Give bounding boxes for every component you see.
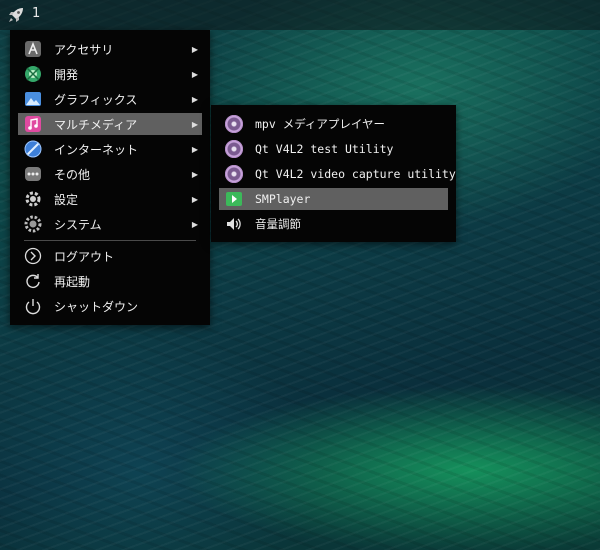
menu-item-label: ログアウト bbox=[54, 249, 115, 264]
submenu-arrow-icon: ▶ bbox=[191, 69, 199, 79]
application-menu: アクセサリ ▶ 開発 ▶ グラフィックス ▶ マルチメディア ▶ インターネット… bbox=[10, 30, 210, 325]
submenu-item-qv4l2-test[interactable]: Qt V4L2 test Utility bbox=[219, 138, 448, 160]
logout-icon bbox=[23, 246, 43, 266]
multimedia-submenu: mpv メディアプレイヤー Qt V4L2 test Utility Qt V4… bbox=[211, 105, 456, 242]
menu-item-reboot[interactable]: 再起動 bbox=[18, 270, 202, 292]
menu-item-system[interactable]: システム ▶ bbox=[18, 213, 202, 235]
menu-item-label: 開発 bbox=[54, 67, 79, 82]
submenu-arrow-icon: ▶ bbox=[191, 169, 199, 179]
menu-item-label: インターネット bbox=[54, 142, 139, 157]
submenu-item-label: SMPlayer bbox=[255, 192, 311, 206]
menu-item-logout[interactable]: ログアウト bbox=[18, 245, 202, 267]
rocket-launcher-icon[interactable] bbox=[4, 3, 28, 27]
submenu-item-volume[interactable]: 音量調節 bbox=[219, 213, 448, 235]
submenu-item-smplayer[interactable]: SMPlayer bbox=[219, 188, 448, 210]
submenu-arrow-icon: ▶ bbox=[191, 194, 199, 204]
settings-icon bbox=[23, 189, 43, 209]
menu-item-label: 設定 bbox=[54, 192, 79, 207]
reboot-icon bbox=[23, 271, 43, 291]
internet-icon bbox=[23, 139, 43, 159]
menu-item-internet[interactable]: インターネット ▶ bbox=[18, 138, 202, 160]
development-icon bbox=[23, 64, 43, 84]
workspace-indicator[interactable]: 1 bbox=[32, 6, 40, 21]
menu-item-label: グラフィックス bbox=[54, 92, 138, 107]
menu-item-multimedia[interactable]: マルチメディア ▶ bbox=[18, 113, 202, 135]
submenu-item-label: 音量調節 bbox=[255, 217, 301, 231]
top-panel: 1 bbox=[0, 0, 600, 30]
menu-item-label: システム bbox=[54, 217, 102, 232]
submenu-arrow-icon: ▶ bbox=[191, 219, 199, 229]
submenu-item-label: mpv メディアプレイヤー bbox=[255, 117, 386, 131]
media-disc-icon bbox=[224, 164, 244, 184]
submenu-arrow-icon: ▶ bbox=[191, 44, 199, 54]
media-disc-icon bbox=[224, 139, 244, 159]
media-disc-icon bbox=[224, 114, 244, 134]
menu-item-label: シャットダウン bbox=[54, 299, 139, 314]
menu-item-graphics[interactable]: グラフィックス ▶ bbox=[18, 88, 202, 110]
graphics-icon bbox=[23, 89, 43, 109]
menu-item-label: アクセサリ bbox=[54, 42, 114, 57]
menu-item-shutdown[interactable]: シャットダウン bbox=[18, 295, 202, 317]
menu-item-label: その他 bbox=[54, 167, 91, 182]
menu-item-accessories[interactable]: アクセサリ ▶ bbox=[18, 38, 202, 60]
submenu-arrow-icon: ▶ bbox=[191, 94, 199, 104]
menu-item-settings[interactable]: 設定 ▶ bbox=[18, 188, 202, 210]
speaker-icon bbox=[224, 214, 244, 234]
submenu-item-label: Qt V4L2 video capture utility bbox=[255, 167, 456, 181]
submenu-arrow-icon: ▶ bbox=[191, 119, 199, 129]
shutdown-icon bbox=[23, 296, 43, 316]
menu-item-other[interactable]: その他 ▶ bbox=[18, 163, 202, 185]
system-icon bbox=[23, 214, 43, 234]
menu-separator bbox=[24, 240, 196, 241]
submenu-item-qv4l2-capture[interactable]: Qt V4L2 video capture utility bbox=[219, 163, 456, 185]
submenu-item-mpv[interactable]: mpv メディアプレイヤー bbox=[219, 113, 448, 135]
submenu-arrow-icon: ▶ bbox=[191, 144, 199, 154]
menu-item-label: 再起動 bbox=[54, 274, 91, 289]
accessories-icon bbox=[23, 39, 43, 59]
multimedia-icon bbox=[23, 114, 43, 134]
smplayer-icon bbox=[224, 189, 244, 209]
submenu-item-label: Qt V4L2 test Utility bbox=[255, 142, 394, 156]
menu-item-label: マルチメディア bbox=[54, 117, 138, 132]
menu-item-development[interactable]: 開発 ▶ bbox=[18, 63, 202, 85]
other-icon bbox=[23, 164, 43, 184]
